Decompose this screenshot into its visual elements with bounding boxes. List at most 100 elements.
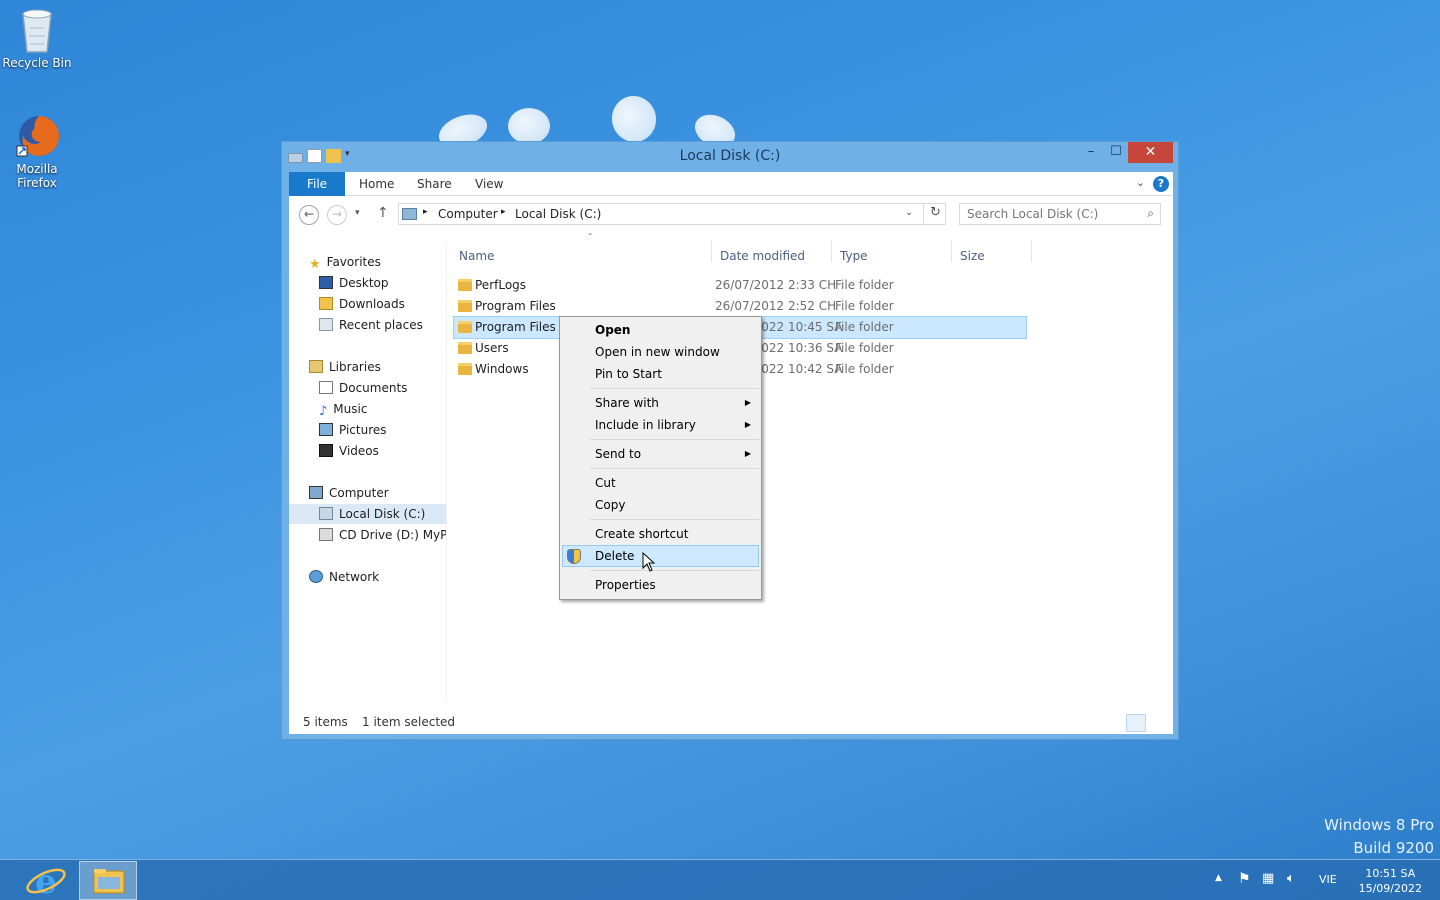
clock-date: 15/09/2022 — [1358, 882, 1422, 895]
column-header-size[interactable]: Size — [960, 249, 985, 263]
libraries-icon — [309, 360, 323, 373]
file-type: File folder — [835, 278, 894, 292]
back-button[interactable]: ← — [299, 205, 319, 225]
nav-item-documents[interactable]: Documents — [319, 378, 407, 398]
address-bar[interactable]: ▸ Computer ▸ Local Disk (C:) ⌄ — [398, 203, 946, 225]
internet-explorer-icon: e — [26, 862, 66, 900]
nav-libraries[interactable]: Libraries — [309, 357, 381, 377]
navigation-bar: ← → ▾ ↑ ▸ Computer ▸ Local Disk (C:) ⌄ ↻… — [289, 197, 1173, 231]
recent-locations-button[interactable]: ▾ — [355, 208, 360, 218]
menu-item-create-shortcut[interactable]: Create shortcut — [562, 523, 759, 545]
nav-label: Desktop — [339, 276, 389, 290]
computer-icon — [402, 208, 417, 220]
menu-item-label: Send to — [595, 447, 642, 461]
submenu-arrow-icon: ▶ — [744, 449, 751, 458]
file-type: File folder — [835, 299, 894, 313]
nav-computer[interactable]: Computer — [309, 483, 389, 503]
nav-item-videos[interactable]: Videos — [319, 441, 379, 461]
nav-item-downloads[interactable]: Downloads — [319, 294, 405, 314]
menu-item-delete[interactable]: Delete — [562, 545, 759, 567]
nav-item-pictures[interactable]: Pictures — [319, 420, 387, 440]
documents-icon — [319, 381, 333, 394]
nav-favorites[interactable]: ★ Favorites — [309, 252, 381, 272]
tab-view[interactable]: View — [475, 172, 503, 196]
clock-time: 10:51 SA — [1365, 867, 1416, 880]
computer-icon — [309, 486, 323, 499]
refresh-button[interactable]: ↻ — [923, 203, 947, 225]
folder-icon — [458, 363, 472, 375]
table-row[interactable]: PerfLogs 26/07/2012 2:33 CH File folder — [454, 275, 1028, 296]
column-header-name[interactable]: Name — [459, 249, 494, 263]
nav-item-music[interactable]: ♪ Music — [319, 399, 367, 419]
file-date: 26/07/2012 2:52 CH — [715, 299, 837, 313]
network-tray-icon[interactable]: ▦ — [1262, 871, 1274, 886]
breadcrumb-chevron-icon[interactable]: ▸ — [501, 207, 506, 217]
nav-network[interactable]: Network — [309, 567, 379, 587]
status-bar: 5 items 1 item selected — [289, 710, 1173, 734]
column-divider[interactable] — [951, 240, 952, 262]
large-icons-view-icon[interactable] — [1149, 714, 1169, 732]
menu-separator — [590, 570, 759, 571]
minimize-button[interactable]: – — [1078, 142, 1104, 163]
ribbon-tab-bar: File Home Share View ⌄ ? — [289, 172, 1173, 196]
menu-item-properties[interactable]: Properties — [562, 574, 759, 596]
tab-file[interactable]: File — [289, 172, 345, 196]
star-icon: ★ — [309, 257, 321, 272]
help-icon[interactable]: ? — [1153, 176, 1169, 192]
column-divider[interactable] — [831, 240, 832, 262]
menu-item-open[interactable]: Open — [562, 319, 759, 341]
nav-item-local-disk[interactable]: Local Disk (C:) — [289, 504, 446, 524]
recycle-bin-icon — [15, 6, 59, 54]
column-divider[interactable] — [711, 240, 712, 262]
breadcrumb-computer[interactable]: Computer — [438, 207, 498, 221]
taskbar-file-explorer[interactable] — [79, 861, 137, 900]
menu-item-copy[interactable]: Copy — [562, 494, 759, 516]
address-history-chevron-icon[interactable]: ⌄ — [905, 207, 913, 218]
column-header-date[interactable]: Date modified — [720, 249, 805, 263]
title-bar[interactable]: ▾ Local Disk (C:) – ☐ ✕ — [282, 142, 1178, 172]
up-button[interactable]: ↑ — [377, 205, 389, 221]
menu-item-pin-to-start[interactable]: Pin to Start — [562, 363, 759, 385]
nav-label: Recent places — [339, 318, 423, 332]
music-icon: ♪ — [319, 404, 328, 419]
maximize-button[interactable]: ☐ — [1104, 142, 1128, 163]
desktop-icon-firefox[interactable]: Mozilla Firefox — [0, 112, 74, 190]
file-type: File folder — [835, 341, 894, 355]
folder-icon — [458, 300, 472, 312]
search-box[interactable]: ⌕ — [959, 203, 1161, 225]
breadcrumb-local-disk[interactable]: Local Disk (C:) — [515, 207, 601, 221]
expand-ribbon-icon[interactable]: ⌄ — [1136, 176, 1145, 189]
os-watermark-build: Build 9200 — [1353, 839, 1434, 857]
menu-separator — [590, 439, 759, 440]
search-icon[interactable]: ⌕ — [1147, 206, 1154, 221]
table-row[interactable]: Program Files 26/07/2012 2:52 CH File fo… — [454, 296, 1028, 317]
volume-muted-icon[interactable]: 🔈︎ — [1287, 871, 1295, 886]
nav-label: CD Drive (D:) MyPal — [339, 528, 446, 542]
breadcrumb-chevron-icon[interactable]: ▸ — [423, 207, 428, 217]
taskbar-internet-explorer[interactable]: e — [17, 861, 75, 900]
nav-item-desktop[interactable]: Desktop — [319, 273, 389, 293]
nav-label: Pictures — [339, 423, 387, 437]
menu-item-cut[interactable]: Cut — [562, 472, 759, 494]
action-center-flag-icon[interactable]: ⚑ — [1238, 871, 1251, 887]
menu-item-share-with[interactable]: Share with ▶ — [562, 392, 759, 414]
input-language[interactable]: VIE — [1319, 873, 1337, 886]
forward-button[interactable]: → — [327, 205, 347, 225]
nav-item-cd-drive[interactable]: CD Drive (D:) MyPal — [319, 525, 446, 545]
menu-item-send-to[interactable]: Send to ▶ — [562, 443, 759, 465]
details-view-icon[interactable] — [1126, 714, 1146, 732]
nav-item-recent-places[interactable]: Recent places — [319, 315, 423, 335]
column-header-type[interactable]: Type — [840, 249, 868, 263]
show-hidden-icons-button[interactable]: ▲ — [1215, 873, 1222, 883]
search-input[interactable] — [960, 204, 1135, 224]
desktop-icon-recycle-bin[interactable]: Recycle Bin — [0, 6, 74, 70]
os-watermark-edition: Windows 8 Pro — [1324, 816, 1434, 834]
close-button[interactable]: ✕ — [1128, 142, 1173, 163]
tab-home[interactable]: Home — [359, 172, 394, 196]
menu-item-label: Delete — [595, 549, 635, 563]
system-clock[interactable]: 10:51 SA 15/09/2022 — [1359, 866, 1422, 896]
menu-item-open-new-window[interactable]: Open in new window — [562, 341, 759, 363]
menu-item-include-in-library[interactable]: Include in library ▶ — [562, 414, 759, 436]
column-divider[interactable] — [1031, 240, 1032, 262]
tab-share[interactable]: Share — [417, 172, 452, 196]
